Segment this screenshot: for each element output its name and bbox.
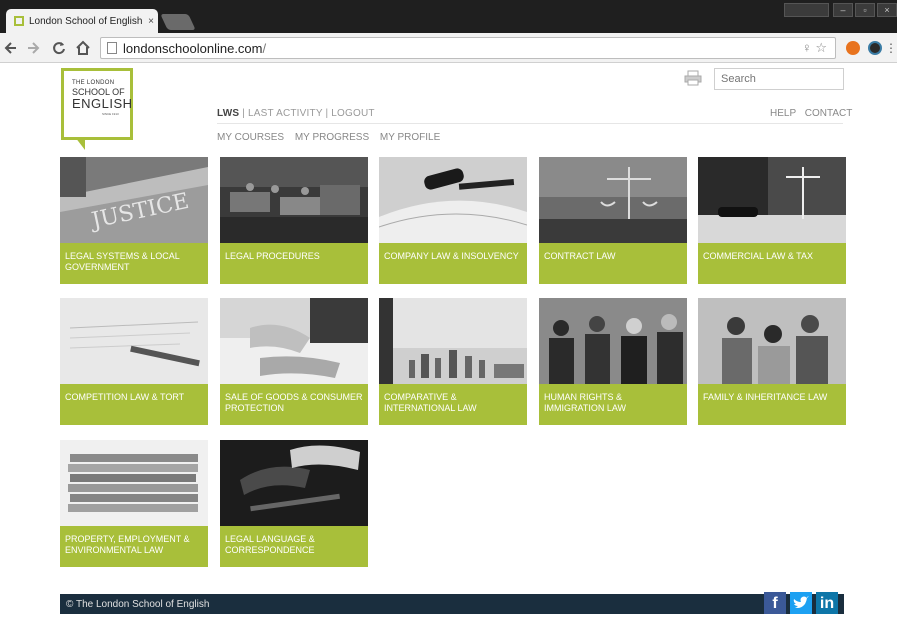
page-icon [107,42,117,54]
menu-icon[interactable]: ⋮ [884,40,897,56]
course-tile-contract-law[interactable]: CONTRACT LAW [539,157,687,284]
last-activity-link[interactable]: LAST ACTIVITY [248,108,322,119]
course-tile-sale-of-goods[interactable]: SALE OF GOODS & CONSUMER PROTECTION [220,298,368,425]
copyright-text: © The London School of English [66,599,210,610]
help-link[interactable]: HELP [770,108,796,119]
extension-globe-icon[interactable] [868,41,882,55]
bookmark-star-icon[interactable]: ♀ ☆ [802,40,827,56]
reload-icon[interactable] [52,40,66,59]
course-tile-company-law[interactable]: COMPANY LAW & INSOLVENCY [379,157,527,284]
course-title: COMPARATIVE & INTERNATIONAL LAW [379,384,527,425]
browser-tab[interactable]: London School of English × [6,9,158,33]
back-arrow-icon[interactable] [4,40,18,59]
facebook-icon[interactable]: f [764,592,786,614]
minimize-button[interactable]: – [833,3,853,17]
course-tile-commercial-law[interactable]: COMMERCIAL LAW & TAX [698,157,846,284]
logo-text-4: SINCE 1913 [102,112,119,116]
course-title: COMMERCIAL LAW & TAX [698,243,846,284]
address-bar[interactable]: londonschoolonline.com / ♀ ☆ [100,37,836,59]
course-image [220,440,368,526]
link-separator: | [239,108,249,119]
course-title: CONTRACT LAW [539,243,687,284]
forward-arrow-icon[interactable] [26,40,40,59]
course-tile-competition-law[interactable]: COMPETITION LAW & TORT [60,298,208,425]
course-title: LEGAL PROCEDURES [220,243,368,284]
course-tile-legal-systems[interactable]: JUSTICE LEGAL SYSTEMS & LOCAL GOVERNMENT [60,157,208,284]
course-tile-human-rights[interactable]: HUMAN RIGHTS & IMMIGRATION LAW [539,298,687,425]
lws-link[interactable]: LWS [217,108,239,119]
course-image [60,440,208,526]
course-image [539,298,687,384]
site-favicon-icon [14,16,24,26]
browser-titlebar: London School of English × – ▫ × [0,0,897,33]
course-title: FAMILY & INHERITANCE LAW [698,384,846,425]
course-title: SALE OF GOODS & CONSUMER PROTECTION [220,384,368,425]
my-progress-link[interactable]: MY PROGRESS [295,132,369,143]
tab-close-icon[interactable]: × [144,16,158,27]
course-tile-legal-procedures[interactable]: LEGAL PROCEDURES [220,157,368,284]
close-window-button[interactable]: × [877,3,897,17]
logo-text-1: THE LONDON [72,80,115,86]
course-title: COMPETITION LAW & TORT [60,384,208,425]
printer-icon[interactable] [684,70,702,86]
linkedin-icon[interactable]: in [816,592,838,614]
course-tile-legal-language[interactable]: LEGAL LANGUAGE & CORRESPONDENCE [220,440,368,567]
window-title-area [784,3,829,17]
course-tile-property-law[interactable]: PROPERTY, EMPLOYMENT & ENVIRONMENTAL LAW [60,440,208,567]
browser-toolbar: londonschoolonline.com / ♀ ☆ ⋮ [0,33,897,63]
course-tile-family-law[interactable]: FAMILY & INHERITANCE LAW [698,298,846,425]
extension-fire-icon[interactable] [846,41,860,55]
course-image: JUSTICE [60,157,208,243]
my-courses-link[interactable]: MY COURSES [217,132,284,143]
header-divider [217,123,843,124]
course-title: LEGAL SYSTEMS & LOCAL GOVERNMENT [60,243,208,284]
search-input[interactable] [714,68,844,90]
logo-frame: THE LONDON SCHOOL OF ENGLISH SINCE 1913 [61,68,133,140]
link-separator: | [322,108,332,119]
logo-speech-tail [75,137,85,150]
course-title: COMPANY LAW & INSOLVENCY [379,243,527,284]
contact-link[interactable]: CONTACT [805,108,853,119]
course-title: PROPERTY, EMPLOYMENT & ENVIRONMENTAL LAW [60,526,208,567]
home-icon[interactable] [76,40,90,59]
course-image [379,298,527,384]
course-image [379,157,527,243]
url-host: londonschoolonline.com [123,40,263,56]
course-tile-comparative-law[interactable]: COMPARATIVE & INTERNATIONAL LAW [379,298,527,425]
twitter-icon[interactable] [790,592,812,614]
course-image [220,298,368,384]
sub-navigation: MY COURSES MY PROGRESS MY PROFILE [217,132,448,143]
tab-title: London School of English [29,15,143,27]
logo-text-3: ENGLISH [72,96,133,111]
my-profile-link[interactable]: MY PROFILE [380,132,440,143]
course-image [60,298,208,384]
course-title: LEGAL LANGUAGE & CORRESPONDENCE [220,526,368,567]
course-image [220,157,368,243]
course-image [698,298,846,384]
new-tab-button[interactable] [160,14,196,30]
course-image [539,157,687,243]
logout-link[interactable]: LOGOUT [331,108,374,119]
course-image [698,157,846,243]
account-links: LWS | LAST ACTIVITY | LOGOUT [217,108,375,119]
url-path: / [262,40,267,56]
page-footer: © The London School of English [60,594,844,614]
course-title: HUMAN RIGHTS & IMMIGRATION LAW [539,384,687,425]
maximize-button[interactable]: ▫ [855,3,875,17]
help-contact-links: HELP CONTACT [764,108,852,119]
school-logo[interactable]: THE LONDON SCHOOL OF ENGLISH SINCE 1913 [61,68,133,152]
